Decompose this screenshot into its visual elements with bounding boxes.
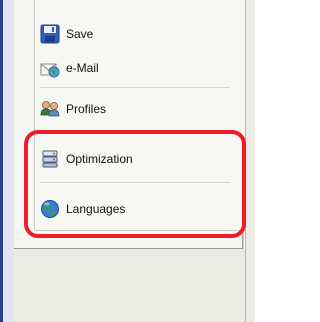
menu-item-profiles[interactable]: Profiles: [40, 96, 106, 122]
menu-item-optimization[interactable]: Optimization: [40, 146, 133, 172]
menu-item-label: Optimization: [66, 152, 133, 166]
dialog-footer-area: [14, 249, 255, 322]
menu-separator: [40, 87, 230, 88]
menu-item-label: Save: [66, 27, 94, 41]
menu-item-save[interactable]: Save: [40, 21, 93, 47]
menu-item-label: Profiles: [66, 102, 107, 116]
envelope-globe-icon: [40, 58, 60, 78]
window-gutter: [3, 0, 14, 322]
window-right-frame: [245, 0, 255, 322]
floppy-disk-icon: [40, 24, 60, 44]
users-icon: [40, 99, 60, 119]
menu-separator: [40, 182, 230, 183]
menu-item-label: e-Mail: [66, 61, 99, 75]
menu-item-email[interactable]: e-Mail: [40, 55, 99, 81]
globe-icon: [40, 199, 60, 219]
menu-separator: [40, 130, 230, 131]
menu-item-label: Languages: [66, 202, 126, 216]
optimization-icon: [40, 149, 60, 169]
app-window: Save e-Mail Profiles Optimization Langua…: [0, 0, 255, 322]
menu-item-languages[interactable]: Languages: [40, 196, 125, 222]
